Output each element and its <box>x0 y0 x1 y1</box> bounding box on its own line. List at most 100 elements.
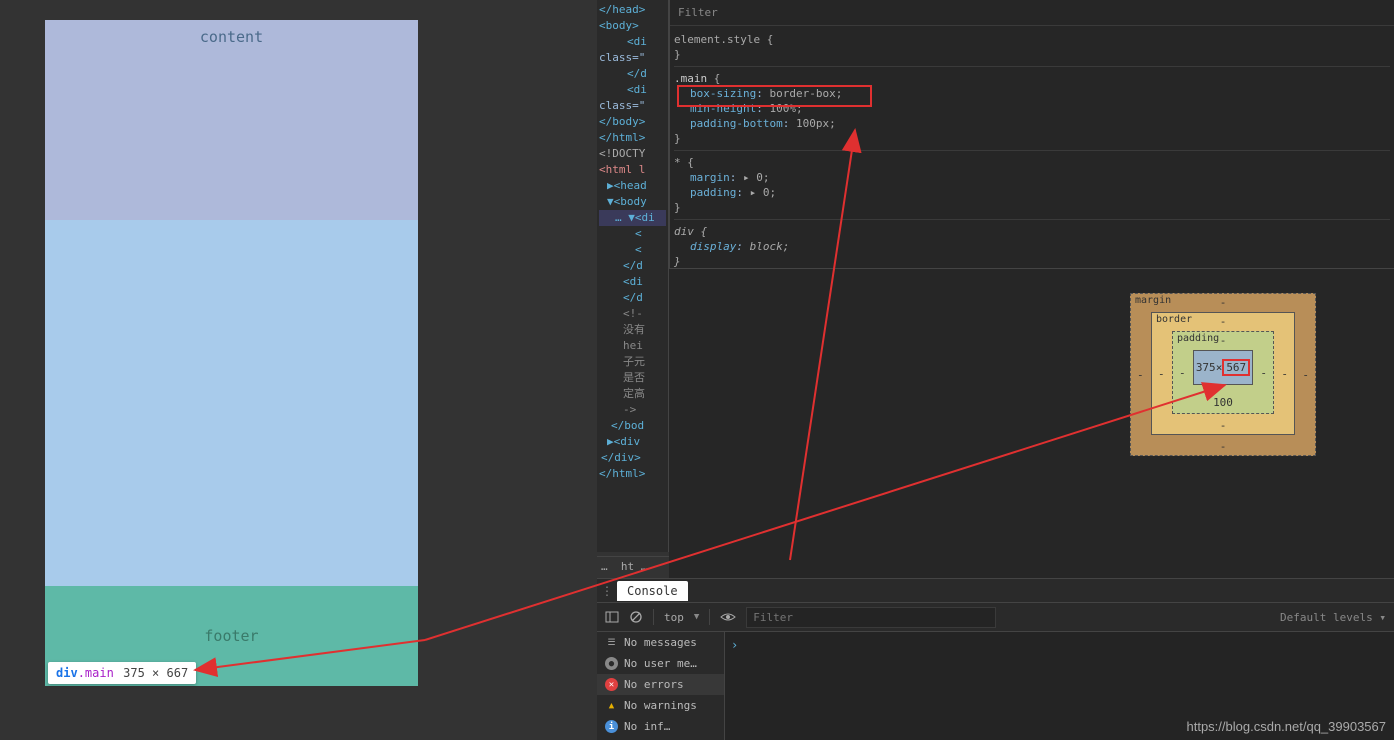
styles-filter-row: Filter <box>670 0 1394 26</box>
sidebar-item-errors[interactable]: ✕ No errors <box>597 674 724 695</box>
console-prompt: › <box>731 638 738 652</box>
sidebar-item-label: No inf… <box>624 720 670 733</box>
dom-line[interactable]: </d <box>599 290 666 306</box>
rule-selector: .main <box>674 72 707 85</box>
sidebar-item-warnings[interactable]: ▲ No warnings <box>597 695 724 716</box>
content-label: content <box>200 28 263 220</box>
list-icon: ☰ <box>605 636 618 649</box>
info-icon: i <box>605 720 618 733</box>
context-select[interactable]: top <box>664 611 684 624</box>
rule-selector: div <box>674 225 694 238</box>
content-height: 567 <box>1222 359 1250 376</box>
rule-selector: * <box>674 156 681 169</box>
dom-line[interactable]: class=" <box>599 50 666 66</box>
dom-line[interactable]: <!- <box>599 306 666 322</box>
dom-line[interactable]: 没有 <box>599 322 666 338</box>
dom-line-selected[interactable]: … ▼<di <box>599 210 666 226</box>
dom-line[interactable]: 子元 <box>599 354 666 370</box>
sidebar-item-messages[interactable]: ☰ No messages <box>597 632 724 653</box>
footer-label: footer <box>204 627 258 645</box>
style-rule[interactable]: * { margin: ▸ 0; padding: ▸ 0; } <box>674 150 1390 215</box>
dom-line[interactable]: hei <box>599 338 666 354</box>
breadcrumb-item[interactable]: … <box>641 560 648 573</box>
dom-line[interactable]: </bod <box>599 418 666 434</box>
console-tab[interactable]: Console <box>617 581 688 601</box>
breadcrumb-item[interactable]: ht <box>621 560 634 573</box>
tooltip-dims: 375 × 667 <box>123 666 188 680</box>
dom-line[interactable]: <body> <box>599 18 666 34</box>
console-sidebar: ☰ No messages ● No user me… ✕ No errors … <box>597 632 725 740</box>
box-model-border[interactable]: border - - - - padding - - - 100 375 × 5… <box>1151 312 1295 435</box>
css-property[interactable]: padding: ▸ 0; <box>690 186 776 199</box>
preview-pane: content footer <box>45 20 418 688</box>
dom-line[interactable]: < <box>599 242 666 258</box>
box-model-margin[interactable]: margin - - - - border - - - - padding - … <box>1130 293 1316 456</box>
sidebar-item-info[interactable]: i No inf… <box>597 716 724 737</box>
sidebar-toggle-icon[interactable] <box>605 610 619 624</box>
dom-line[interactable]: </body> <box>599 114 666 130</box>
dom-line[interactable]: ▶<head <box>599 178 666 194</box>
content-width: 375 <box>1196 361 1216 374</box>
warn-icon: ▲ <box>605 699 618 712</box>
style-rule[interactable]: element.style { } <box>674 32 1390 62</box>
box-model-padding[interactable]: padding - - - 100 375 × 567 <box>1172 331 1274 414</box>
padding-label: padding <box>1177 333 1219 344</box>
dom-line[interactable]: </html> <box>599 130 666 146</box>
dom-tree-panel[interactable]: </head> <body> <di class=" </d <di class… <box>597 0 669 552</box>
padding-bottom-value: 100 <box>1213 396 1233 409</box>
sidebar-item-user[interactable]: ● No user me… <box>597 653 724 674</box>
dom-line[interactable]: </html> <box>599 466 666 482</box>
dom-line[interactable]: < <box>599 226 666 242</box>
tooltip-class: .main <box>78 666 114 680</box>
sidebar-item-label: No messages <box>624 636 697 649</box>
css-property[interactable]: box-sizing: border-box; <box>690 87 842 100</box>
css-property[interactable]: padding-bottom: 100px; <box>690 117 836 130</box>
dom-line[interactable]: 定高 <box>599 386 666 402</box>
dom-line[interactable]: </d <box>599 258 666 274</box>
styles-body[interactable]: element.style { } .main { box-sizing: bo… <box>670 26 1394 279</box>
levels-select[interactable]: Default levels ▾ <box>1280 611 1386 624</box>
styles-panel: Filter element.style { } .main { box-siz… <box>669 0 1394 268</box>
dom-line[interactable]: </div> <box>599 450 666 466</box>
dom-line[interactable]: <di <box>599 34 666 50</box>
dom-line[interactable]: <html l <box>599 162 666 178</box>
console-filter-input[interactable] <box>746 607 996 628</box>
clear-console-icon[interactable] <box>629 610 643 624</box>
border-label: border <box>1156 314 1192 325</box>
dom-line[interactable]: -> <box>599 402 666 418</box>
drag-handle-icon[interactable]: ⋮ <box>597 584 617 598</box>
console-tab-row: ⋮ Console <box>597 578 1394 602</box>
dom-line[interactable]: class=" <box>599 98 666 114</box>
dom-line[interactable]: ▼<body <box>599 194 666 210</box>
dom-line[interactable]: </d <box>599 66 666 82</box>
watermark: https://blog.csdn.net/qq_39903567 <box>1187 719 1387 734</box>
filter-label[interactable]: Filter <box>678 6 718 19</box>
margin-label: margin <box>1135 295 1171 306</box>
dom-line[interactable]: </head> <box>599 2 666 18</box>
breadcrumb[interactable]: … ht … <box>597 556 669 576</box>
css-property[interactable]: min-height: 100%; <box>690 102 803 115</box>
box-model-diagram[interactable]: margin - - - - border - - - - padding - … <box>1130 293 1316 456</box>
dom-line[interactable]: <di <box>599 82 666 98</box>
rule-selector: element.style <box>674 33 760 46</box>
preview-middle <box>45 220 418 586</box>
sidebar-item-label: No errors <box>624 678 684 691</box>
css-property[interactable]: margin: ▸ 0; <box>690 171 770 184</box>
dom-line[interactable]: 是否 <box>599 370 666 386</box>
preview-content: content <box>45 20 418 220</box>
error-icon: ✕ <box>605 678 618 691</box>
style-rule[interactable]: .main { box-sizing: border-box; min-heig… <box>674 66 1390 146</box>
element-tooltip: div.main 375 × 667 <box>48 662 196 684</box>
console-toolbar: top ▼ Default levels ▾ <box>597 602 1394 632</box>
css-property[interactable]: display: block; <box>690 240 789 253</box>
box-model-content[interactable]: 375 × 567 <box>1193 350 1253 385</box>
breadcrumb-item[interactable]: … <box>601 560 608 573</box>
dom-line[interactable]: ▶<div <box>599 434 666 450</box>
sidebar-item-label: No warnings <box>624 699 697 712</box>
eye-icon[interactable] <box>720 611 736 623</box>
style-rule[interactable]: div { display: block; } <box>674 219 1390 269</box>
user-icon: ● <box>605 657 618 670</box>
dom-line[interactable]: <di <box>599 274 666 290</box>
tooltip-tag: div <box>56 666 78 680</box>
dom-line[interactable]: <!DOCTY <box>599 146 666 162</box>
